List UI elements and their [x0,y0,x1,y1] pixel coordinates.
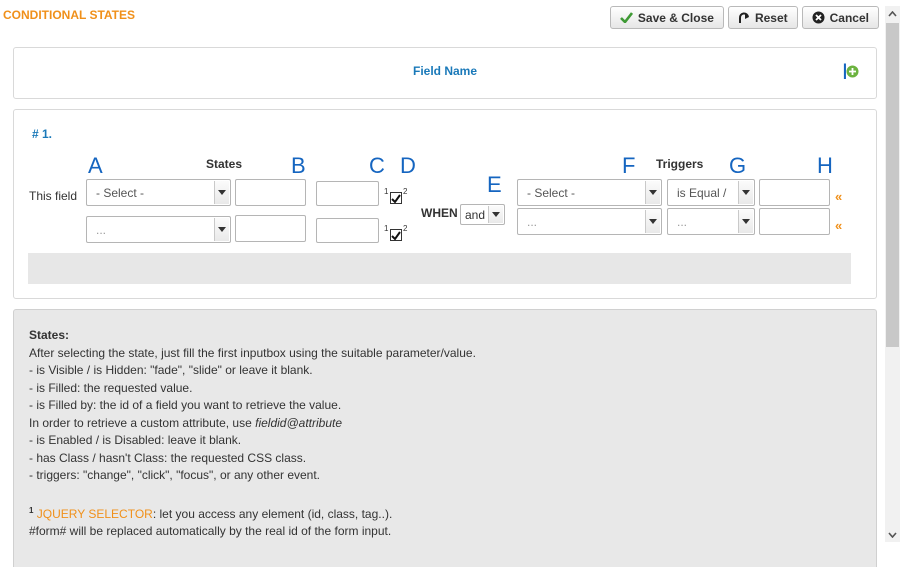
help-line-text: In order to retrieve a custom attribute,… [29,415,256,430]
state-select-value: ... [96,222,107,237]
footnote-number: 1 [29,505,34,515]
chevron-down-icon [645,210,660,233]
trigger-select-value: ... [527,214,538,229]
reset-button[interactable]: Reset [727,6,798,29]
sup-two: 2 [403,187,408,196]
marker-h: H [817,153,833,178]
chevron-down-icon [214,181,229,204]
marker-e: E [487,172,502,197]
sup-two: 2 [403,224,408,233]
operator-select[interactable]: is Equal / [667,179,755,206]
scrollbar[interactable] [885,6,900,542]
scroll-thumb[interactable] [886,23,899,347]
jquery-selector-text: : let you access any element (id, class,… [152,506,393,521]
state-select-value: - Select - [96,185,145,200]
trigger-value-input[interactable] [759,208,830,235]
trigger-select[interactable]: ... [517,208,662,235]
toolbar: Save & Close Reset Cancel [609,6,879,29]
conjunction-value: and [465,207,486,222]
help-line: #form# will be replaced automatically by… [29,524,392,538]
chevron-down-icon [214,218,229,241]
help-line: - is Visible / is Hidden: "fade", "slide… [29,363,313,377]
chevron-down-icon [738,210,753,233]
help-panel: States: After selecting the state, just … [13,309,877,567]
close-circle-icon [812,11,825,24]
redo-icon [738,12,749,23]
triggers-header: Triggers [656,157,704,171]
add-icon[interactable] [846,65,859,78]
chevron-down-icon [645,181,660,204]
operator-select-value: ... [677,214,688,229]
trigger-select[interactable]: - Select - [517,179,662,206]
state-extra-input[interactable] [316,218,379,243]
chevron-down-icon [738,181,753,204]
rule-footer-bar [28,253,851,284]
operator-select[interactable]: ... [667,208,755,235]
state-value-input[interactable] [235,179,306,206]
help-line: - is Filled: the requested value. [29,380,193,395]
trigger-value-input[interactable] [759,179,830,206]
state-value-input[interactable] [235,215,306,242]
marker-c: C [369,153,385,178]
this-field-label: This field [29,189,78,203]
help-line: - is Enabled / is Disabled: leave it bla… [29,433,242,447]
insert-marker-icon[interactable]: « [835,189,842,204]
marker-a: A [88,153,103,178]
chevron-down-icon [488,206,503,223]
conjunction-select[interactable]: and [460,204,505,225]
help-text: States: After selecting the state, just … [29,327,866,541]
state-extra-input[interactable] [316,181,379,206]
when-label: WHEN [421,206,458,220]
help-footnote: 1 JQUERY SELECTOR: let you access any el… [29,502,866,524]
field-name-label: Field Name [412,64,478,78]
insert-marker-icon[interactable]: « [835,218,842,233]
cancel-label: Cancel [829,10,869,25]
scroll-down-icon[interactable] [885,527,900,542]
help-line: - triggers: "change", "click", "focus", … [29,468,321,482]
checkmark-icon [619,12,633,23]
trigger-select-value: - Select - [527,185,576,200]
rule-number: # 1. [32,127,53,141]
marker-b: B [291,153,306,178]
state-select[interactable]: ... [86,216,231,243]
help-line: After selecting the state, just fill the… [29,345,476,360]
sup-one: 1 [384,187,389,196]
marker-f: F [622,153,636,178]
jquery-checkbox[interactable] [390,229,402,241]
help-line: In order to retrieve a custom attribute,… [29,415,866,433]
help-line: - is Filled by: the id of a field you wa… [29,398,342,412]
state-select[interactable]: - Select - [86,179,231,206]
save-close-label: Save & Close [637,10,714,25]
jquery-selector-label: JQUERY SELECTOR [36,506,153,521]
rule-panel: # 1. A States B C D E F Triggers G H Thi… [13,109,877,299]
operator-select-value: is Equal / [677,185,727,200]
help-attribute-example: fieldid@attribute [255,415,343,430]
page-title: CONDITIONAL STATES [3,8,135,22]
help-line: - has Class / hasn't Class: the requeste… [29,450,307,465]
help-title: States: [29,328,70,342]
jquery-checkbox[interactable] [390,192,402,204]
states-header: States [206,157,243,171]
sup-one: 1 [384,224,389,233]
save-close-button[interactable]: Save & Close [609,6,724,29]
reset-label: Reset [754,10,788,25]
marker-g: G [729,153,747,178]
field-name-panel: Field Name I [13,47,877,99]
cancel-button[interactable]: Cancel [801,6,879,29]
marker-d: D [400,153,416,178]
scroll-up-icon[interactable] [885,6,900,21]
